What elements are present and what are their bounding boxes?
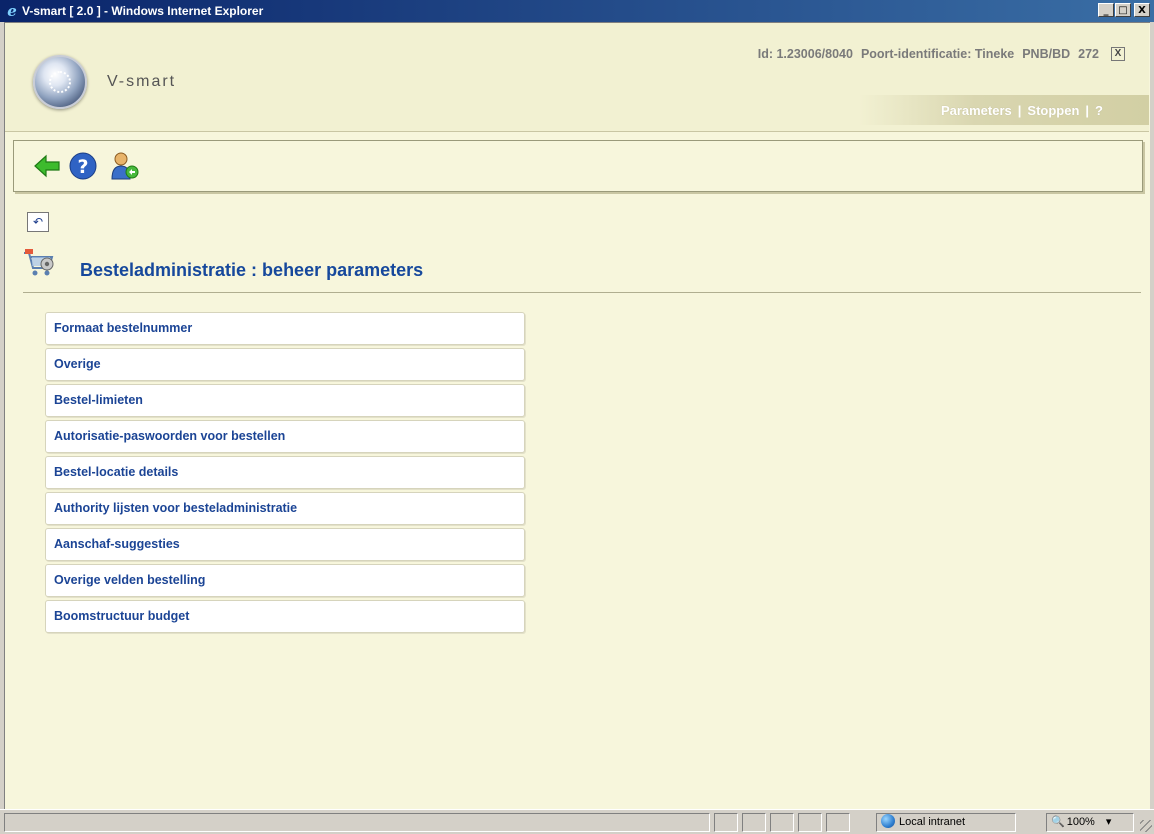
close-session-icon[interactable]: X <box>1111 47 1125 61</box>
status-panel <box>826 813 850 832</box>
status-bar: Local intranet 🔍 100% ▾ <box>0 809 1154 834</box>
status-text <box>4 813 710 832</box>
ie-icon: e <box>7 2 17 20</box>
menu-item-autorisatie-paswoorden[interactable]: Autorisatie-paswoorden voor bestellen <box>45 420 525 453</box>
menu-item-aanschaf-suggesties[interactable]: Aanschaf-suggesties <box>45 528 525 561</box>
title-divider <box>23 292 1141 293</box>
menu-item-boomstructuur-budget[interactable]: Boomstructuur budget <box>45 600 525 633</box>
maximize-button[interactable]: □ <box>1115 3 1131 17</box>
menu-item-bestel-locatie-details[interactable]: Bestel-locatie details <box>45 456 525 489</box>
status-panel <box>770 813 794 832</box>
window-title-bar: e V-smart [ 2.0 ] - Windows Internet Exp… <box>0 0 1154 22</box>
zoom-dropdown-icon[interactable]: ▾ <box>1106 816 1112 828</box>
security-zone: Local intranet <box>876 813 1016 832</box>
menu-item-overige-velden-bestelling[interactable]: Overige velden bestelling <box>45 564 525 597</box>
toolbar: ? <box>13 140 1143 192</box>
menu-item-formaat-bestelnummer[interactable]: Formaat bestelnummer <box>45 312 525 345</box>
zone-label: Local intranet <box>899 816 966 828</box>
location-code: PNB/BD <box>1022 47 1071 61</box>
header-links: Parameters | Stoppen | ? <box>935 103 1109 118</box>
port-identification: Poort-identificatie: Tineke <box>860 47 1015 61</box>
brand-name: V-smart <box>107 73 177 90</box>
menu-item-overige[interactable]: Overige <box>45 348 525 381</box>
zoom-level: 100% <box>1066 816 1095 828</box>
session-id: Id: 1.23006/8040 <box>757 47 853 61</box>
shopping-cart-settings-icon <box>24 249 54 276</box>
intranet-globe-icon <box>881 814 895 828</box>
session-count: 272 <box>1078 47 1099 61</box>
page-title: Besteladministratie : beheer parameters <box>80 260 424 280</box>
minimize-button[interactable]: _ <box>1098 3 1114 17</box>
zoom-control[interactable]: 🔍 100% ▾ <box>1046 813 1134 832</box>
window-title: V-smart [ 2.0 ] - Windows Internet Explo… <box>22 4 264 18</box>
vsmart-logo-icon <box>33 55 87 109</box>
menu-item-authority-lijsten[interactable]: Authority lijsten voor besteladministrat… <box>45 492 525 525</box>
status-panel <box>798 813 822 832</box>
help-icon[interactable]: ? <box>68 151 98 181</box>
parameter-menu: Formaat bestelnummer Overige Bestel-limi… <box>45 312 525 636</box>
close-window-button[interactable]: X <box>1134 3 1150 17</box>
menu-item-bestel-limieten[interactable]: Bestel-limieten <box>45 384 525 417</box>
svg-text:?: ? <box>77 156 88 178</box>
app-header: V-smart Id: 1.23006/8040 Poort-identific… <box>5 23 1149 132</box>
user-switch-icon[interactable] <box>110 151 140 181</box>
stoppen-link[interactable]: Stoppen <box>1021 103 1085 118</box>
help-link[interactable]: ? <box>1089 103 1109 118</box>
session-info: Id: 1.23006/8040 Poort-identificatie: Ti… <box>758 47 1125 61</box>
back-arrow-icon[interactable] <box>32 151 62 181</box>
status-panel <box>742 813 766 832</box>
parameters-link[interactable]: Parameters <box>935 103 1018 118</box>
window-controls: _ □ X <box>1097 3 1150 17</box>
resize-grip-icon[interactable] <box>1140 820 1152 832</box>
browser-content: V-smart Id: 1.23006/8040 Poort-identific… <box>4 22 1150 809</box>
undo-icon[interactable]: ↶ <box>27 212 49 232</box>
status-panel <box>714 813 738 832</box>
zoom-icon: 🔍 <box>1051 816 1065 828</box>
